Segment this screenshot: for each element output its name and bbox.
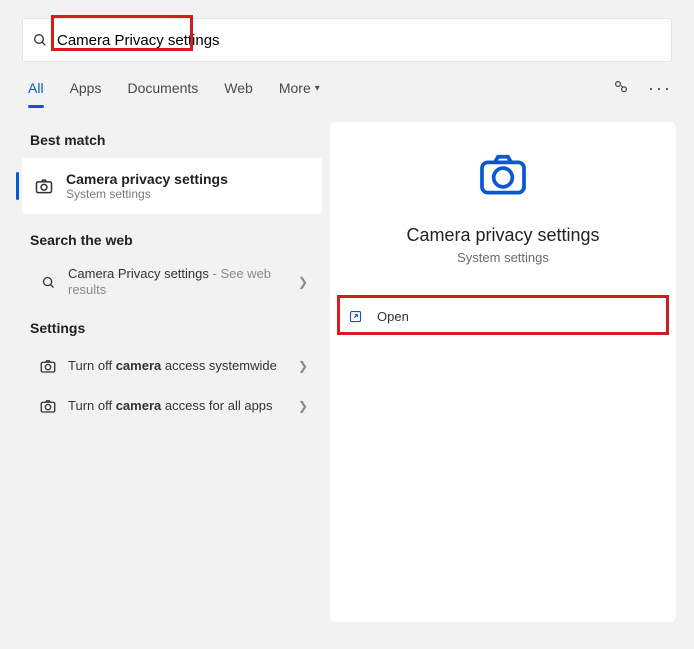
chevron-down-icon: ▾ [315,83,320,94]
settings-heading: Settings [30,320,322,336]
web-result-item[interactable]: Camera Privacy settings - See web result… [28,258,322,306]
search-web-heading: Search the web [30,232,322,248]
open-label: Open [377,309,409,324]
camera-icon [34,357,62,375]
tab-more-label: More [279,80,311,96]
search-icon [34,275,62,290]
search-box[interactable] [22,18,672,62]
open-external-icon [348,309,363,324]
chevron-right-icon: ❯ [298,275,314,289]
setting-item-systemwide[interactable]: Turn off camera access systemwide ❯ [28,346,322,386]
web-result-text: Camera Privacy settings - See web result… [68,266,298,299]
tab-web[interactable]: Web [224,70,253,106]
camera-icon [473,146,533,207]
search-window: All Apps Documents Web More ▾ ··· Best m… [0,0,694,649]
preview-subtitle: System settings [457,250,549,265]
camera-icon [30,176,58,196]
tab-apps[interactable]: Apps [70,70,102,106]
preview-pane: Camera privacy settings System settings … [330,122,676,622]
best-match-title: Camera privacy settings [66,171,228,187]
chevron-right-icon: ❯ [298,399,314,413]
setting-item-text: Turn off camera access for all apps [68,398,298,414]
tab-documents[interactable]: Documents [127,70,198,106]
preview-title: Camera privacy settings [406,225,599,246]
filter-tabs: All Apps Documents Web More ▾ ··· [28,70,672,106]
open-button[interactable]: Open [342,301,664,331]
search-input[interactable] [57,19,671,61]
quick-settings-icon[interactable] [612,78,630,99]
tab-all[interactable]: All [28,70,44,106]
chevron-right-icon: ❯ [298,359,314,373]
best-match-result[interactable]: Camera privacy settings System settings [22,158,322,214]
tab-more[interactable]: More ▾ [279,70,320,106]
more-options-icon[interactable]: ··· [648,78,672,99]
setting-item-text: Turn off camera access systemwide [68,358,298,374]
camera-icon [34,397,62,415]
search-icon [23,32,57,48]
results-column: Best match Camera privacy settings Syste… [0,122,322,622]
best-match-subtitle: System settings [66,187,228,201]
setting-item-allapps[interactable]: Turn off camera access for all apps ❯ [28,386,322,426]
best-match-heading: Best match [30,132,322,148]
